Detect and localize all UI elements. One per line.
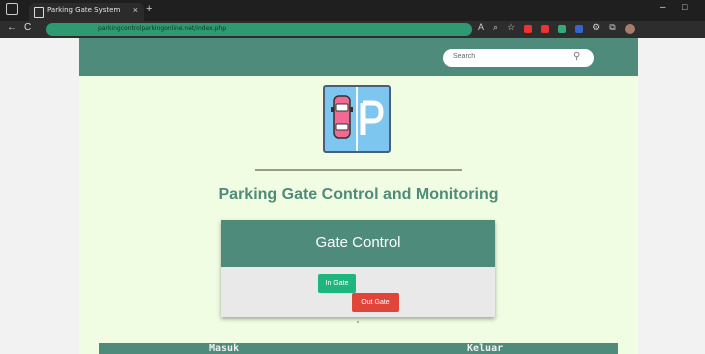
settings-icon[interactable]: ⚙ [592, 22, 600, 34]
read-aloud-icon[interactable]: A [478, 22, 484, 34]
extension-icon[interactable] [524, 25, 533, 33]
reload-icon[interactable]: C [24, 22, 31, 33]
site-header: ⚲ [79, 38, 638, 76]
tab-close-icon[interactable]: × [133, 5, 138, 15]
search-box[interactable]: ⚲ [443, 49, 594, 67]
collections-icon[interactable]: ⧉ [609, 22, 615, 34]
address-bar[interactable]: parkingcontrolparkingonline.net/index.ph… [46, 23, 472, 36]
search-icon[interactable]: ⚲ [573, 51, 580, 62]
address-url[interactable]: parkingcontrolparkingonline.net/index.ph… [98, 25, 226, 32]
page-container: ⚲ Parking Gate Control and Monitoring Ga… [79, 38, 638, 354]
tab-title: Parking Gate System [47, 6, 121, 14]
extension-icon[interactable] [541, 25, 550, 33]
gate-control-header: Gate Control [221, 220, 495, 267]
back-arrow-icon[interactable]: ← [7, 22, 17, 33]
browser-toolbar: ← C parkingcontrolparkingonline.net/inde… [0, 21, 705, 38]
extension-icon[interactable] [575, 25, 584, 33]
browser-title-bar: Parking Gate System × + – □ [0, 0, 705, 21]
new-tab-icon[interactable]: + [146, 3, 152, 15]
browser-tab[interactable]: Parking Gate System × [29, 3, 144, 21]
minimize-icon[interactable]: – [660, 2, 666, 13]
toolbar-icons: A ⌕ ☆ ⚙ ⧉ [478, 22, 635, 34]
gate-control-title: Gate Control [315, 234, 401, 251]
gate-control-card: Gate Control In Gate Out Gate [221, 220, 495, 317]
column-header-masuk: Masuk [209, 343, 240, 354]
zoom-icon[interactable]: ⌕ [493, 22, 498, 34]
profile-icon[interactable] [624, 24, 635, 34]
maximize-icon[interactable]: □ [682, 2, 687, 12]
in-gate-button[interactable]: In Gate [318, 274, 356, 293]
parking-logo-icon [323, 85, 391, 153]
decorative-dot [357, 321, 359, 323]
title-divider [255, 169, 462, 171]
out-gate-button[interactable]: Out Gate [352, 293, 399, 312]
page-title: Parking Gate Control and Monitoring [218, 186, 499, 203]
favorites-icon[interactable]: ☆ [507, 22, 515, 34]
extension-icon[interactable] [558, 25, 567, 33]
column-header-keluar: Keluar [467, 343, 504, 354]
page-icon [34, 7, 44, 18]
search-input[interactable] [453, 53, 563, 60]
window-menu-icon[interactable] [6, 3, 18, 15]
log-table-header: Masuk Keluar [99, 343, 618, 354]
